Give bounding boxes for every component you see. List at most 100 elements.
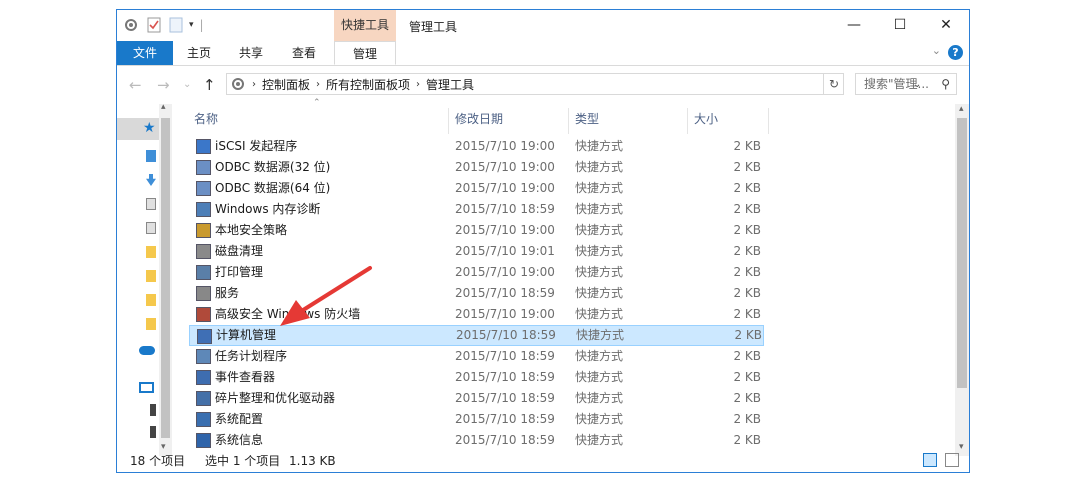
file-size: 2 KB: [733, 160, 761, 174]
file-row[interactable]: ODBC 数据源(32 位) 2015/7/10 19:00 快捷方式 2 KB: [189, 157, 764, 178]
file-row[interactable]: ODBC 数据源(64 位) 2015/7/10 19:00 快捷方式 2 KB: [189, 178, 764, 199]
downloads-icon[interactable]: [146, 174, 156, 186]
up-arrow-icon[interactable]: ↑: [203, 76, 216, 94]
file-type: 快捷方式: [575, 139, 624, 153]
shortcut-icon: [196, 265, 211, 280]
forward-arrow-icon[interactable]: →: [157, 76, 170, 94]
nav-scrollbar-thumb[interactable]: [161, 118, 170, 438]
file-name: 任务计划程序: [215, 349, 288, 363]
file-row[interactable]: 碎片整理和优化驱动器 2015/7/10 18:59 快捷方式 2 KB: [189, 388, 764, 409]
close-button[interactable]: ✕: [923, 10, 969, 41]
scroll-up-icon[interactable]: ▴: [959, 104, 964, 114]
column-divider[interactable]: [687, 108, 688, 134]
shortcut-icon: [196, 349, 211, 364]
breadcrumb-separator[interactable]: ›: [252, 79, 256, 90]
file-date: 2015/7/10 19:00: [455, 223, 555, 237]
breadcrumb-separator[interactable]: ›: [316, 79, 320, 90]
file-row[interactable]: iSCSI 发起程序 2015/7/10 19:00 快捷方式 2 KB: [189, 136, 764, 157]
shortcut-icon: [196, 412, 211, 427]
details-view-icon[interactable]: [923, 453, 937, 467]
breadcrumb-separator[interactable]: ›: [416, 79, 420, 90]
file-type: 快捷方式: [575, 370, 624, 384]
large-icons-view-icon[interactable]: [945, 453, 959, 467]
star-icon[interactable]: ★: [143, 120, 156, 136]
file-name: 打印管理: [215, 265, 264, 279]
folder-icon[interactable]: [146, 270, 156, 282]
file-row[interactable]: 服务 2015/7/10 18:59 快捷方式 2 KB: [189, 283, 764, 304]
tab-home[interactable]: 主页: [177, 41, 221, 65]
column-divider[interactable]: [448, 108, 449, 134]
pictures-icon[interactable]: [146, 222, 156, 234]
shortcut-icon: [196, 307, 211, 322]
file-list: ⌃ 名称 修改日期 类型 大小 iSCSI 发起程序 2015/7/10 19:0…: [189, 98, 957, 456]
this-pc-icon[interactable]: [139, 382, 154, 393]
file-row[interactable]: 本地安全策略 2015/7/10 19:00 快捷方式 2 KB: [189, 220, 764, 241]
desktop-icon[interactable]: [146, 150, 156, 162]
breadcrumb-admin-tools[interactable]: 管理工具: [426, 76, 474, 93]
column-header-type[interactable]: 类型: [575, 104, 599, 134]
file-type: 快捷方式: [575, 181, 624, 195]
file-row[interactable]: Windows 内存诊断 2015/7/10 18:59 快捷方式 2 KB: [189, 199, 764, 220]
address-bar[interactable]: › 控制面板 › 所有控制面板项 › 管理工具 ⌄: [226, 73, 921, 95]
tab-share[interactable]: 共享: [229, 41, 273, 65]
file-name: 系统信息: [215, 433, 264, 447]
new-folder-icon[interactable]: [169, 17, 183, 33]
column-header-date[interactable]: 修改日期: [455, 104, 503, 134]
breadcrumb-control-panel[interactable]: 控制面板: [262, 76, 310, 93]
file-date: 2015/7/10 19:00: [455, 307, 555, 321]
file-size: 2 KB: [733, 391, 761, 405]
ribbon-expand-icon[interactable]: ⌄: [932, 44, 941, 57]
file-row[interactable]: 系统配置 2015/7/10 18:59 快捷方式 2 KB: [189, 409, 764, 430]
file-date: 2015/7/10 18:59: [455, 391, 555, 405]
file-type: 快捷方式: [575, 433, 624, 447]
shortcut-icon: [196, 181, 211, 196]
file-date: 2015/7/10 18:59: [455, 370, 555, 384]
tab-file[interactable]: 文件: [117, 41, 173, 65]
selection-size: 1.13 KB: [289, 454, 336, 468]
file-row[interactable]: 计算机管理 2015/7/10 18:59 快捷方式 2 KB: [189, 325, 764, 346]
file-row[interactable]: 事件查看器 2015/7/10 18:59 快捷方式 2 KB: [189, 367, 764, 388]
file-size: 2 KB: [733, 349, 761, 363]
search-input[interactable]: 搜索"管理... ⚲: [855, 73, 957, 95]
file-row[interactable]: 磁盘清理 2015/7/10 19:01 快捷方式 2 KB: [189, 241, 764, 262]
folder-icon[interactable]: [146, 318, 156, 330]
qa-dropdown-icon[interactable]: ▾: [189, 20, 194, 30]
nav-scroll-up-icon[interactable]: ▴: [161, 102, 166, 112]
column-divider[interactable]: [568, 108, 569, 134]
back-arrow-icon[interactable]: ←: [129, 76, 142, 94]
file-date: 2015/7/10 18:59: [455, 202, 555, 216]
tab-view[interactable]: 查看: [282, 41, 326, 65]
help-icon[interactable]: ?: [948, 45, 963, 60]
properties-icon[interactable]: [123, 17, 139, 33]
column-header-name[interactable]: 名称: [194, 104, 218, 134]
file-type: 快捷方式: [575, 223, 624, 237]
shortcut-icon: [196, 391, 211, 406]
shortcut-icon: [196, 244, 211, 259]
documents-icon[interactable]: [146, 198, 156, 210]
tab-manage[interactable]: 管理: [334, 41, 396, 65]
file-date: 2015/7/10 19:01: [455, 244, 555, 258]
content-scrollbar-thumb[interactable]: [957, 118, 967, 388]
file-row[interactable]: 系统信息 2015/7/10 18:59 快捷方式 2 KB: [189, 430, 764, 451]
minimize-button[interactable]: —: [831, 10, 877, 41]
file-row[interactable]: 高级安全 Windows 防火墙 2015/7/10 19:00 快捷方式 2 KB: [189, 304, 764, 325]
drive-icon[interactable]: [150, 404, 156, 416]
file-size: 2 KB: [733, 244, 761, 258]
onedrive-icon[interactable]: [139, 346, 155, 355]
checklist-icon[interactable]: [147, 17, 161, 33]
recent-locations-icon[interactable]: ⌄: [183, 79, 191, 90]
breadcrumb-all-items[interactable]: 所有控制面板项: [326, 76, 410, 93]
maximize-button[interactable]: ☐: [877, 10, 923, 41]
shortcut-icon: [196, 202, 211, 217]
folder-icon[interactable]: [146, 294, 156, 306]
column-divider[interactable]: [768, 108, 769, 134]
navigation-pane: ★ ▴ ▾: [117, 102, 172, 456]
shortcut-icon: [196, 160, 211, 175]
file-row[interactable]: 打印管理 2015/7/10 19:00 快捷方式 2 KB: [189, 262, 764, 283]
folder-icon[interactable]: [146, 246, 156, 258]
refresh-button[interactable]: ↻: [823, 73, 844, 95]
drive-icon[interactable]: [150, 426, 156, 438]
file-row[interactable]: 任务计划程序 2015/7/10 18:59 快捷方式 2 KB: [189, 346, 764, 367]
column-header-size[interactable]: 大小: [694, 104, 718, 134]
file-name: 事件查看器: [215, 370, 276, 384]
